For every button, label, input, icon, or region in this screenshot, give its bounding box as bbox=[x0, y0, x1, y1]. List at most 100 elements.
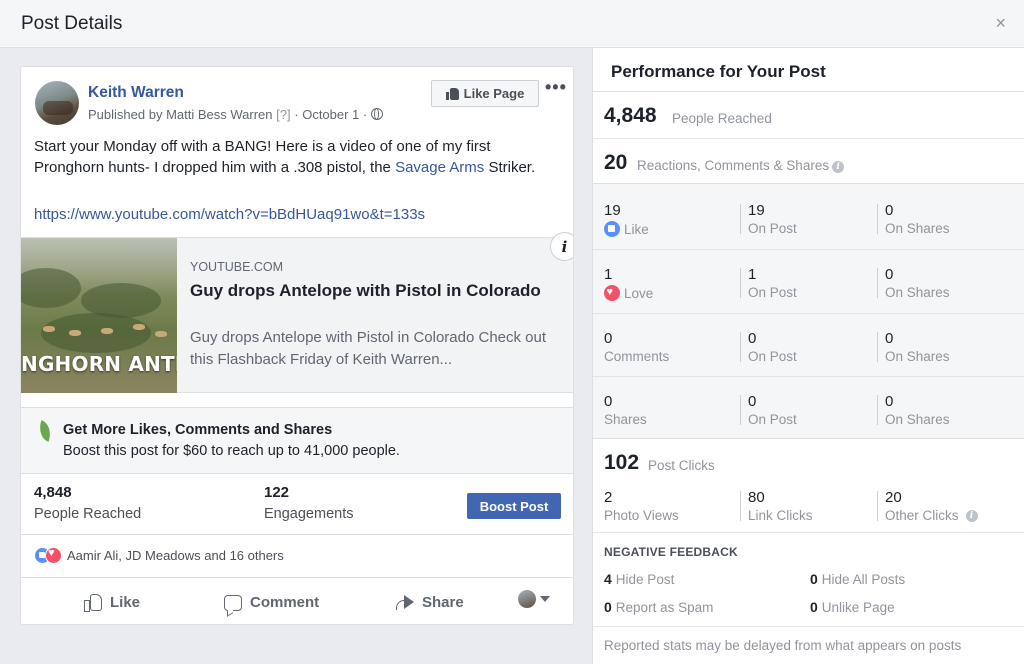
perf-reactions-label: Reactions, Comments & Shares i bbox=[637, 158, 845, 173]
divider bbox=[593, 138, 1024, 139]
other-clicks-cell: 20 Other Clicks i bbox=[885, 489, 978, 523]
shares-on-post-cell: 0 On Post bbox=[748, 393, 797, 427]
more-options-icon[interactable]: ••• bbox=[545, 77, 567, 98]
love-count: 1 bbox=[604, 266, 613, 283]
cell-label: Photo Views bbox=[604, 508, 679, 523]
published-help[interactable]: [?] bbox=[276, 107, 290, 122]
share-button[interactable]: Share bbox=[396, 594, 464, 611]
audience-selector[interactable] bbox=[518, 590, 550, 608]
chevron-down-icon bbox=[540, 596, 550, 602]
post-stats-row: 4,848 People Reached 122 Engagements Boo… bbox=[21, 475, 573, 535]
close-icon[interactable]: × bbox=[995, 13, 1006, 34]
like-count: 19 bbox=[604, 202, 621, 219]
reactions-names[interactable]: Aamir Ali, JD Meadows and 16 others bbox=[67, 548, 284, 563]
cell-value: 2 bbox=[604, 489, 613, 506]
boost-subtitle: Boost this post for $60 to reach up to 4… bbox=[63, 443, 400, 459]
cell-value: 80 bbox=[748, 489, 765, 506]
stats-delay-note: Reported stats may be delayed from what … bbox=[604, 638, 962, 653]
author-name[interactable]: Keith Warren bbox=[88, 84, 184, 102]
like-icon bbox=[604, 221, 620, 237]
shares-cell: 0 Shares bbox=[604, 393, 647, 427]
post-clicks-label: Post Clicks bbox=[648, 458, 715, 473]
perf-reactions-text: Reactions, Comments & Shares bbox=[637, 158, 830, 173]
stat-value: 0 bbox=[810, 599, 818, 615]
cell-value: 19 bbox=[748, 202, 765, 219]
savage-arms-link[interactable]: Savage Arms bbox=[395, 159, 484, 176]
cell-label: Comments bbox=[604, 349, 670, 364]
stat-label: Report as Spam bbox=[615, 600, 714, 615]
like-button[interactable]: Like bbox=[84, 594, 140, 612]
preview-domain: YOUTUBE.COM bbox=[190, 260, 284, 274]
published-by[interactable]: Matti Bess Warren bbox=[166, 107, 272, 122]
comment-label: Comment bbox=[250, 594, 320, 611]
cell-label: Shares bbox=[604, 412, 647, 427]
globe-icon bbox=[370, 108, 383, 120]
post-clicks-value: 102 bbox=[604, 451, 640, 474]
comment-icon bbox=[224, 594, 242, 611]
cell-label: Other Clicks bbox=[885, 508, 959, 523]
post-url-link[interactable]: https://www.youtube.com/watch?v=bBdHUaq9… bbox=[34, 206, 425, 223]
divider bbox=[593, 91, 1024, 92]
cell-label: On Shares bbox=[885, 285, 950, 300]
cell-value: 0 bbox=[604, 330, 613, 347]
love-icon bbox=[604, 285, 620, 301]
stat-value: 0 bbox=[604, 599, 612, 615]
cell-value: 0 bbox=[885, 266, 894, 283]
cell-value: 0 bbox=[748, 393, 757, 410]
cell-value: 0 bbox=[748, 330, 757, 347]
comments-cell: 0 Comments bbox=[604, 330, 669, 364]
cell-value: 0 bbox=[885, 393, 894, 410]
stat-value: 4 bbox=[604, 571, 612, 587]
stat-label: Hide Post bbox=[615, 572, 675, 587]
leaf-icon bbox=[33, 422, 53, 442]
cell-label: On Post bbox=[748, 349, 797, 364]
thumbs-up-icon bbox=[445, 87, 459, 100]
share-icon bbox=[396, 594, 414, 611]
perf-reactions-value: 20 bbox=[604, 151, 628, 174]
cell-label: Link Clicks bbox=[748, 508, 813, 523]
author-avatar[interactable] bbox=[35, 81, 79, 125]
modal-header: Post Details × bbox=[0, 0, 1024, 48]
cell-label: On Post bbox=[748, 221, 797, 236]
preview-title[interactable]: Guy drops Antelope with Pistol in Colora… bbox=[190, 280, 550, 302]
comment-button[interactable]: Comment bbox=[224, 594, 319, 611]
perf-reached-label: People Reached bbox=[672, 111, 772, 126]
cell-value: 0 bbox=[885, 202, 894, 219]
cell-label: On Post bbox=[748, 285, 797, 300]
info-icon[interactable]: i bbox=[550, 232, 573, 261]
photo-views-cell: 2 Photo Views bbox=[604, 489, 679, 523]
post-date[interactable]: October 1 bbox=[302, 107, 359, 122]
like-icon bbox=[84, 594, 102, 612]
cell-label: On Shares bbox=[885, 221, 950, 236]
like-page-button[interactable]: Like Page bbox=[431, 80, 539, 107]
info-icon[interactable]: i bbox=[965, 509, 978, 522]
reached-label: People Reached bbox=[34, 506, 142, 522]
shares-on-shares-cell: 0 On Shares bbox=[885, 393, 950, 427]
reactions-summary[interactable]: Aamir Ali, JD Meadows and 16 others bbox=[34, 547, 284, 564]
cell-value: 1 bbox=[748, 266, 757, 283]
love-on-post-cell: 1 On Post bbox=[748, 266, 797, 300]
hide-post-stat: 4 Hide Post bbox=[604, 571, 674, 587]
engagements-value: 122 bbox=[264, 484, 290, 501]
like-on-post-cell: 19 On Post bbox=[748, 202, 797, 236]
boost-title: Get More Likes, Comments and Shares bbox=[63, 422, 333, 438]
boost-post-button[interactable]: Boost Post bbox=[467, 493, 561, 519]
stat-value: 0 bbox=[810, 571, 818, 587]
unlike-page-stat: 0 Unlike Page bbox=[810, 599, 895, 615]
link-preview[interactable]: NGHORN ANTEL YOUTUBE.COM Guy drops Antel… bbox=[21, 237, 573, 393]
preview-description: Guy drops Antelope with Pistol in Colora… bbox=[190, 329, 547, 368]
published-prefix: Published by bbox=[88, 107, 163, 122]
post-card: Keith Warren Published by Matti Bess War… bbox=[20, 66, 574, 625]
negative-feedback-title: NEGATIVE FEEDBACK bbox=[604, 545, 738, 559]
like-on-shares-cell: 0 On Shares bbox=[885, 202, 950, 236]
report-spam-stat: 0 Report as Spam bbox=[604, 599, 713, 615]
love-reaction-icon bbox=[45, 547, 62, 564]
cell-label: On Post bbox=[748, 412, 797, 427]
preview-thumbnail[interactable]: NGHORN ANTEL bbox=[21, 238, 177, 393]
divider bbox=[593, 532, 1024, 533]
comments-on-post-cell: 0 On Post bbox=[748, 330, 797, 364]
post-text: Start your Monday off with a BANG! Here … bbox=[34, 136, 554, 178]
info-icon[interactable]: i bbox=[832, 161, 845, 173]
love-cell: 1 Love bbox=[604, 266, 653, 301]
link-clicks-cell: 80 Link Clicks bbox=[748, 489, 813, 523]
